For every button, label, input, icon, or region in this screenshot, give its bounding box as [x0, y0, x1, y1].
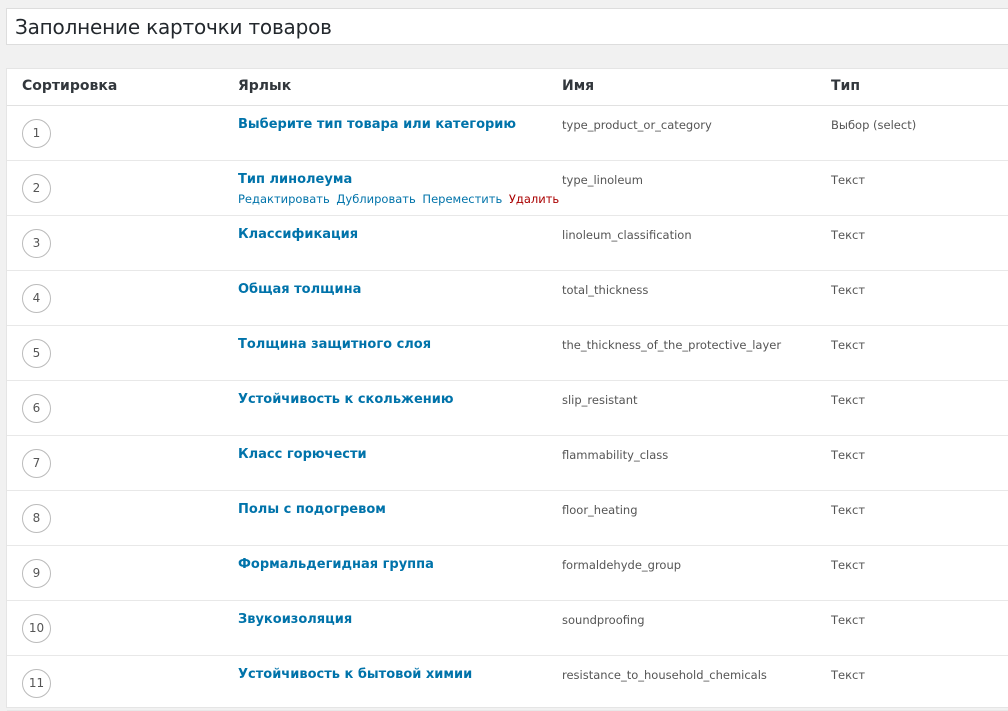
field-type: Текст — [831, 558, 866, 572]
field-label-link[interactable]: Общая толщина — [238, 282, 361, 297]
table-row: 9 Формальдегидная группа formaldehyde_gr… — [7, 546, 1008, 601]
field-label-link[interactable]: Звукоизоляция — [238, 612, 352, 627]
order-handle[interactable]: 7 — [22, 449, 51, 478]
field-name: flammability_class — [562, 448, 669, 462]
table-row: 4 Общая толщина total_thickness Текст — [7, 271, 1008, 326]
table-row: 5 Толщина защитного слоя the_thickness_o… — [7, 326, 1008, 381]
delete-link[interactable]: Удалить — [509, 192, 559, 206]
order-handle[interactable]: 2 — [22, 174, 51, 203]
title-box: Заполнение карточки товаров — [6, 8, 1008, 45]
field-name: total_thickness — [562, 283, 649, 297]
table-row: 3 Классификация linoleum_classification … — [7, 216, 1008, 271]
field-label-link[interactable]: Формальдегидная группа — [238, 557, 434, 572]
order-handle[interactable]: 5 — [22, 339, 51, 368]
field-name: formaldehyde_group — [562, 558, 682, 572]
order-handle[interactable]: 6 — [22, 394, 51, 423]
field-name: type_product_or_category — [562, 118, 712, 132]
field-name: type_linoleum — [562, 173, 643, 187]
table-row: 8 Полы с подогревом floor_heating Текст — [7, 491, 1008, 546]
table-row: 7 Класс горючести flammability_class Тек… — [7, 436, 1008, 491]
table-row: 2 Тип линолеума Редактировать Дублироват… — [7, 161, 1008, 216]
order-handle[interactable]: 11 — [22, 669, 51, 698]
field-label-link[interactable]: Класс горючести — [238, 447, 367, 462]
field-name: slip_resistant — [562, 393, 638, 407]
order-handle[interactable]: 3 — [22, 229, 51, 258]
field-label-link[interactable]: Классификация — [238, 227, 358, 242]
row-actions: Редактировать Дублировать Переместить Уд… — [238, 192, 562, 206]
order-handle[interactable]: 10 — [22, 614, 51, 643]
order-handle[interactable]: 1 — [22, 119, 51, 148]
field-label-link[interactable]: Устойчивость к скольжению — [238, 392, 454, 407]
field-name: the_thickness_of_the_protective_layer — [562, 338, 782, 352]
field-label-link[interactable]: Тип линолеума — [238, 172, 352, 187]
edit-link[interactable]: Редактировать — [238, 192, 330, 206]
field-type: Текст — [831, 448, 866, 462]
field-name: linoleum_classification — [562, 228, 692, 242]
field-type: Текст — [831, 228, 866, 242]
field-label-link[interactable]: Толщина защитного слоя — [238, 337, 431, 352]
duplicate-link[interactable]: Дублировать — [336, 192, 415, 206]
move-link[interactable]: Переместить — [422, 192, 502, 206]
field-name: floor_heating — [562, 503, 638, 517]
field-type: Текст — [831, 173, 866, 187]
field-label-link[interactable]: Выберите тип товара или категорию — [238, 117, 516, 132]
column-header-type[interactable]: Тип — [831, 78, 860, 94]
page-title: Заполнение карточки товаров — [15, 15, 332, 39]
order-handle[interactable]: 4 — [22, 284, 51, 313]
field-label-link[interactable]: Полы с подогревом — [238, 502, 386, 517]
field-type: Текст — [831, 338, 866, 352]
table-row: 1 Выберите тип товара или категорию type… — [7, 106, 1008, 161]
order-handle[interactable]: 8 — [22, 504, 51, 533]
field-type: Текст — [831, 668, 866, 682]
order-handle[interactable]: 9 — [22, 559, 51, 588]
field-type: Текст — [831, 503, 866, 517]
table-row: 11 Устойчивость к бытовой химии resistan… — [7, 656, 1008, 711]
fields-table: Сортировка Ярлык Имя Тип 1 Выберите тип … — [6, 68, 1008, 711]
table-row: 6 Устойчивость к скольжению slip_resista… — [7, 381, 1008, 436]
field-type: Выбор (select) — [831, 118, 917, 132]
column-header-order[interactable]: Сортировка — [22, 78, 117, 94]
table-header: Сортировка Ярлык Имя Тип — [7, 69, 1008, 106]
field-name: resistance_to_household_chemicals — [562, 668, 767, 682]
field-type: Текст — [831, 283, 866, 297]
column-header-name[interactable]: Имя — [562, 78, 594, 94]
field-type: Текст — [831, 613, 866, 627]
field-type: Текст — [831, 393, 866, 407]
field-label-link[interactable]: Устойчивость к бытовой химии — [238, 667, 472, 682]
column-header-label[interactable]: Ярлык — [238, 78, 291, 94]
table-row: 10 Звукоизоляция soundproofing Текст — [7, 601, 1008, 656]
field-name: soundproofing — [562, 613, 645, 627]
